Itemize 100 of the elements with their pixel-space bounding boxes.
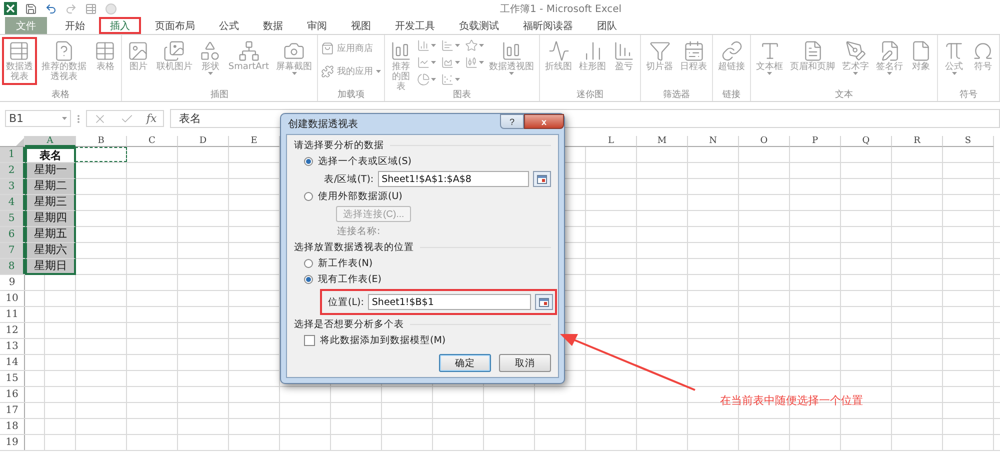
- line-icon: [548, 40, 570, 62]
- table-cell: 星期五: [25, 227, 76, 243]
- chart-type-button[interactable]: [416, 38, 437, 53]
- chart-type-button[interactable]: [416, 55, 437, 70]
- table-cell: 星期四: [25, 211, 76, 227]
- help-button[interactable]: ?: [500, 114, 524, 129]
- chart-type-button[interactable]: [440, 72, 461, 87]
- column-header[interactable]: A: [25, 136, 76, 147]
- radio-button[interactable]: [304, 275, 313, 284]
- row-header[interactable]: 2: [0, 163, 25, 178]
- table-cell: 星期日: [25, 259, 76, 275]
- column-header[interactable]: C: [127, 136, 178, 147]
- dialog-button[interactable]: 确定: [439, 354, 491, 372]
- redo-icon[interactable]: [65, 2, 77, 14]
- select-all-corner[interactable]: [0, 136, 25, 147]
- column-header[interactable]: O: [739, 136, 790, 147]
- document-icon: [910, 40, 932, 62]
- caret-icon: [767, 72, 772, 75]
- column-header[interactable]: S: [943, 136, 994, 147]
- chart-type-button[interactable]: [464, 55, 485, 70]
- checkbox-option[interactable]: 将此数据添加到数据模型(M): [304, 334, 446, 347]
- omega-icon: [972, 40, 994, 62]
- form-icon[interactable]: [85, 2, 97, 14]
- input-field[interactable]: Sheet1!$A$1:$A$8: [378, 171, 529, 187]
- table-icon: [539, 298, 549, 306]
- dialog-title: 创建数据透视表: [288, 118, 358, 131]
- bars-icon: [613, 40, 635, 62]
- annotation-text: 在当前表中随便选择一个位置: [720, 393, 863, 408]
- row-header[interactable]: 1: [0, 147, 25, 162]
- row-header[interactable]: 4: [0, 195, 25, 210]
- group-label: 文本: [834, 89, 854, 101]
- column-header[interactable]: R: [892, 136, 943, 147]
- dialog-button[interactable]: 取消: [499, 354, 551, 372]
- chart-type-button[interactable]: [440, 55, 461, 70]
- name-box[interactable]: B1: [5, 110, 71, 127]
- table-icon: [94, 40, 116, 62]
- radio-option[interactable]: 现有工作表(E): [304, 273, 382, 286]
- group-label: 链接: [722, 89, 742, 101]
- pie-chart-icon: [417, 73, 430, 86]
- caret-icon: [887, 72, 892, 75]
- section-heading: 选择放置数据透视表的位置: [294, 241, 414, 254]
- bar-chart-icon: [441, 39, 454, 52]
- column-header[interactable]: P: [790, 136, 841, 147]
- range-picker-button[interactable]: [535, 294, 553, 310]
- caret-icon: [62, 117, 67, 120]
- save-icon[interactable]: [25, 2, 37, 14]
- caret-icon: [952, 72, 956, 75]
- caret-icon: [455, 44, 460, 47]
- column-header[interactable]: B: [76, 136, 127, 147]
- checkbox[interactable]: [304, 335, 315, 346]
- row-header[interactable]: 6: [0, 227, 25, 242]
- row-header[interactable]: 7: [0, 243, 25, 258]
- camera-icon: [283, 40, 305, 62]
- chart-type-button[interactable]: [440, 38, 461, 53]
- row-header[interactable]: 8: [0, 259, 25, 274]
- column-header[interactable]: M: [637, 136, 688, 147]
- radio-option[interactable]: 选择一个表或区域(S): [304, 155, 412, 168]
- caret-icon: [208, 72, 213, 75]
- table-cell: 星期三: [25, 195, 76, 211]
- chart-type-button[interactable]: [464, 38, 485, 53]
- column-header[interactable]: L: [586, 136, 637, 147]
- grip-icon: [77, 114, 80, 124]
- undo-icon[interactable]: [45, 2, 57, 14]
- column-chart-icon: [500, 40, 522, 62]
- section-heading: 请选择要分析的数据: [294, 139, 384, 152]
- window-title: 工作簿1 - Microsoft Excel: [500, 3, 622, 16]
- group-label: 加载项: [336, 89, 366, 101]
- star-icon: [465, 39, 478, 52]
- link-icon: [720, 40, 742, 62]
- caret-icon: [431, 44, 436, 47]
- section-heading: 选择是否想要分析多个表: [294, 318, 404, 331]
- input-field[interactable]: Sheet1!$B$1: [368, 294, 531, 310]
- row-header[interactable]: 5: [0, 211, 25, 226]
- bag-icon: [321, 42, 334, 55]
- column-header[interactable]: D: [178, 136, 229, 147]
- ribbon-tab[interactable]: 插入: [99, 17, 141, 34]
- radio-option[interactable]: 使用外部数据源(U): [304, 190, 402, 203]
- caret-icon: [431, 61, 436, 64]
- table-cell: 星期一: [25, 163, 76, 179]
- chart-type-button[interactable]: [416, 72, 437, 87]
- column-header[interactable]: E: [229, 136, 280, 147]
- row-header[interactable]: 3: [0, 179, 25, 194]
- scatter-chart-icon: [441, 73, 454, 86]
- group-label: 符号: [958, 89, 978, 101]
- triangle-icon: [16, 138, 24, 146]
- column-header[interactable]: N: [688, 136, 739, 147]
- calendar-icon: [682, 40, 704, 62]
- caret-icon: [509, 72, 514, 75]
- caret-icon: [455, 78, 460, 81]
- pen-icon: [844, 40, 866, 62]
- table-cell: 星期二: [25, 179, 76, 195]
- insert-function-button[interactable]: fx: [146, 112, 157, 125]
- radio-button[interactable]: [304, 259, 313, 268]
- radio-button[interactable]: [304, 157, 313, 166]
- radio-option[interactable]: 新工作表(N): [304, 257, 373, 270]
- range-picker-button[interactable]: [533, 171, 551, 187]
- radio-button[interactable]: [304, 192, 313, 201]
- circle-icon[interactable]: [105, 2, 117, 14]
- connection-name-label: 连接名称:: [337, 225, 380, 238]
- column-header[interactable]: Q: [841, 136, 892, 147]
